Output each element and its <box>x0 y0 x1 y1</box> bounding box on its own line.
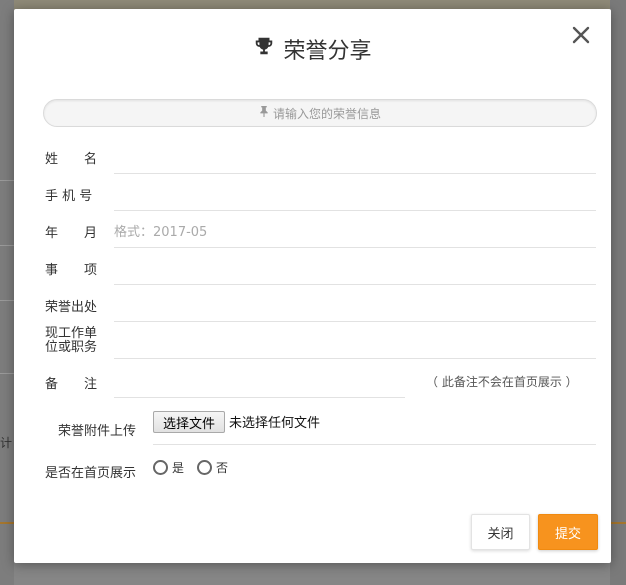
show-on-home-label: 是否在首页展示 <box>45 466 137 481</box>
name-label: 姓 名 <box>45 152 98 167</box>
file-status-text: 未选择任何文件 <box>229 416 321 431</box>
trophy-icon <box>253 35 275 63</box>
background-divider <box>0 373 14 374</box>
upload-label: 荣誉附件上传 <box>58 424 137 439</box>
radio-circle-icon[interactable] <box>197 460 212 475</box>
hint-text: 请输入您的荣誉信息 <box>272 106 381 121</box>
radio-no-label: 否 <box>216 461 229 475</box>
radio-yes-label: 是 <box>172 461 185 475</box>
remark-label: 备 注 <box>45 377 98 392</box>
background-divider <box>0 300 14 301</box>
background-left-edge <box>0 0 14 585</box>
date-label: 年 月 <box>45 226 98 241</box>
position-label: 现工作单位或职务 <box>45 326 98 355</box>
background-right-edge <box>610 0 626 585</box>
dialog-title-text: 荣誉分享 <box>283 39 372 64</box>
background-accent-line <box>0 522 14 524</box>
position-input[interactable] <box>114 328 596 359</box>
phone-input[interactable] <box>114 180 596 211</box>
event-label: 事 项 <box>45 263 98 278</box>
close-icon[interactable] <box>569 23 593 47</box>
remark-note: （ 此备注不会在首页展示 ） <box>426 375 578 389</box>
radio-no[interactable]: 否 <box>197 459 228 476</box>
pin-icon <box>259 106 269 120</box>
background-accent-line <box>611 522 626 524</box>
background-divider <box>0 245 14 246</box>
radio-circle-icon[interactable] <box>153 460 168 475</box>
event-input[interactable] <box>114 254 596 285</box>
hint-bar: 请输入您的荣誉信息 <box>43 99 597 127</box>
date-input[interactable] <box>114 217 596 248</box>
dialog-title: 荣誉分享 <box>14 33 611 65</box>
phone-label: 手 机 号 <box>45 189 93 204</box>
background-partial-text: 计 <box>0 436 13 450</box>
radio-yes[interactable]: 是 <box>153 459 184 476</box>
remark-input[interactable] <box>114 367 405 398</box>
choose-file-button[interactable]: 选择文件 <box>153 411 225 433</box>
honor-share-dialog: 荣誉分享 请输入您的荣誉信息 姓 名 手 机 号 年 月 事 项 荣誉出处 现工… <box>14 9 611 563</box>
upload-divider <box>153 444 596 445</box>
name-input[interactable] <box>114 143 596 174</box>
source-label: 荣誉出处 <box>45 300 98 315</box>
background-divider <box>0 180 14 181</box>
submit-button[interactable]: 提交 <box>538 514 598 550</box>
close-button[interactable]: 关闭 <box>471 514 530 550</box>
source-input[interactable] <box>114 291 596 322</box>
